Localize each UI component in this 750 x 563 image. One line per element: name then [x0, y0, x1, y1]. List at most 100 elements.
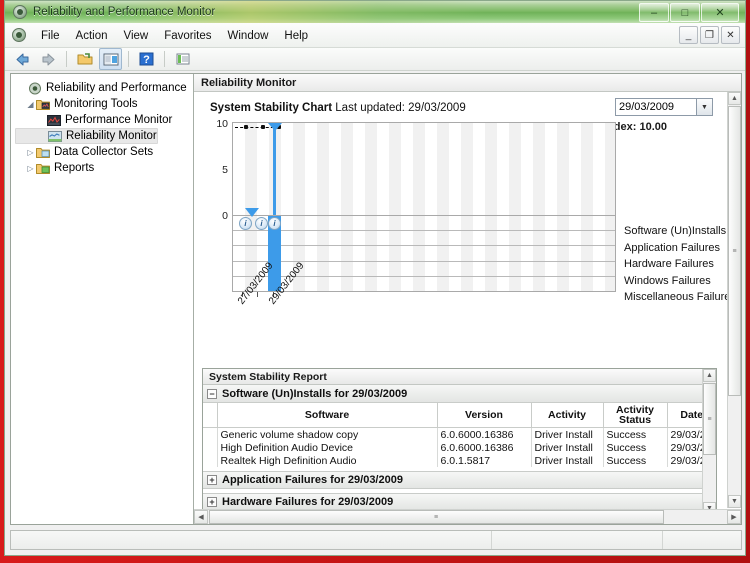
report-vertical-scrollbar[interactable]: ▲ ≡ ▼ [702, 369, 716, 515]
scroll-down-button[interactable]: ▼ [728, 495, 741, 508]
y-tick-10: 10 [216, 118, 228, 130]
chart-selection-marker [267, 123, 282, 131]
tree-twisty-collapsed[interactable]: ▷ [25, 163, 36, 174]
cell-activity-status: Success [603, 454, 668, 467]
help-icon[interactable]: ? [135, 48, 158, 70]
cell-version: 6.0.6000.16386 [437, 427, 532, 441]
row-label-software-uninstalls: Software (Un)Installs [624, 225, 727, 237]
table-row[interactable]: High Definition Audio Device 6.0.6000.16… [203, 441, 716, 454]
row-label-windows-failures: Windows Failures [624, 274, 711, 287]
date-select[interactable]: 29/03/2009 ▼ [615, 98, 713, 116]
system-stability-chart[interactable]: 10 5 0 i i i 27/03/2009 29/03/2009 [210, 118, 616, 307]
table-row[interactable]: Generic volume shadow copy 6.0.6000.1638… [203, 427, 716, 441]
minimize-button[interactable]: – [639, 3, 669, 22]
menu-file[interactable]: File [33, 27, 68, 45]
chart-selection-pin [244, 208, 259, 217]
pane-vertical-scrollbar[interactable]: ▲ ≡ ▼ [727, 92, 741, 508]
close-button[interactable]: ✕ [701, 3, 739, 22]
menu-action[interactable]: Action [68, 27, 116, 45]
report-section-software-uninstalls[interactable]: − Software (Un)Installs for 29/03/2009 [203, 385, 716, 403]
pane-header-title: Reliability Monitor [194, 74, 741, 92]
column-header-activity[interactable]: Activity [531, 403, 604, 428]
menu-window[interactable]: Window [220, 27, 277, 45]
folder-monitoring-icon [36, 98, 50, 111]
status-cell-3 [663, 531, 741, 549]
window-title: Reliability and Performance Monitor [33, 6, 216, 18]
pane-body: System Stability Chart Last updated: 29/… [194, 92, 727, 524]
mdi-caption-buttons: _ ❐ ✕ [679, 26, 740, 44]
maximize-button[interactable]: □ [670, 3, 700, 22]
tree-item-data-collector-sets[interactable]: ▷ Data Collector Sets [15, 144, 193, 160]
status-cell-2 [492, 531, 663, 549]
expand-icon[interactable]: + [207, 497, 217, 507]
row-label-hardware-failures: Hardware Failures [624, 258, 714, 270]
folder-reports-icon [36, 162, 50, 175]
chart-stripes [233, 123, 615, 215]
table-row[interactable]: Realtek High Definition Audio 6.0.1.5817… [203, 454, 716, 467]
collapse-icon[interactable]: − [207, 388, 217, 399]
menu-bar: File Action View Favorites Window Help _… [5, 23, 745, 48]
info-icon[interactable]: i [268, 217, 281, 230]
y-tick-0: 0 [222, 210, 228, 222]
tree-twisty-expanded[interactable]: ◢ [25, 99, 36, 110]
tree-item-reliability-monitor[interactable]: Reliability Monitor [15, 128, 158, 144]
tree-item-performance-monitor[interactable]: Performance Monitor [15, 112, 193, 128]
performance-monitor-icon [47, 114, 61, 127]
reliability-monitor-pane: Reliability Monitor System Stability Cha… [194, 74, 741, 524]
y-tick-5: 5 [222, 164, 228, 176]
cell-activity: Driver Install [531, 454, 604, 467]
column-header-software[interactable]: Software [217, 403, 438, 428]
report-section-label: Software (Un)Installs for 29/03/2009 [222, 387, 408, 400]
menu-view[interactable]: View [116, 27, 157, 45]
tree-item-label: Data Collector Sets [54, 146, 154, 158]
tree-item-monitoring-tools[interactable]: ◢ Monitoring Tools [15, 96, 193, 112]
reliability-monitor-icon [48, 130, 62, 143]
report-section-label: Hardware Failures for 29/03/2009 [222, 496, 394, 508]
tree-item-reports[interactable]: ▷ Reports [15, 160, 193, 176]
menu-help[interactable]: Help [276, 27, 316, 45]
event-row-software-uninstalls [233, 216, 615, 232]
column-header-activity-status[interactable]: Activity Status [603, 403, 668, 428]
forward-icon[interactable] [37, 48, 60, 70]
scroll-thumb[interactable]: ≡ [209, 510, 664, 524]
row-gutter [203, 454, 218, 467]
cell-activity-status: Success [603, 441, 668, 454]
scroll-up-button[interactable]: ▲ [728, 92, 741, 105]
chart-selection-bar[interactable] [273, 123, 276, 215]
expand-icon[interactable]: + [207, 475, 217, 485]
chart-plot-area[interactable] [232, 122, 616, 216]
scroll-thumb[interactable]: ≡ [728, 106, 741, 396]
mdi-minimize-button[interactable]: _ [679, 26, 698, 44]
scroll-thumb[interactable]: ≡ [703, 383, 716, 455]
tree-twisty[interactable] [17, 83, 28, 94]
chevron-down-icon[interactable]: ▼ [696, 99, 712, 115]
mdi-restore-button[interactable]: ❐ [700, 26, 719, 44]
show-hide-console-tree-icon[interactable] [73, 48, 96, 70]
date-select-value: 29/03/2009 [619, 101, 675, 113]
pane-horizontal-scrollbar[interactable]: ◀ ≡ ▶ [194, 509, 741, 524]
tree-item-label: Monitoring Tools [54, 98, 138, 110]
chart-title: System Stability Chart Last updated: 29/… [210, 102, 466, 114]
tree-item-label: Reliability and Performance [46, 82, 187, 94]
tree-item-reliability-and-performance[interactable]: Reliability and Performance [15, 80, 193, 96]
toolbar-separator [128, 51, 129, 67]
event-row-labels: Software (Un)Installs Application Failur… [624, 223, 727, 306]
column-header-version[interactable]: Version [437, 403, 532, 428]
scroll-left-button[interactable]: ◀ [194, 510, 208, 524]
cell-version: 6.0.1.5817 [437, 454, 532, 467]
mdi-close-button[interactable]: ✕ [721, 26, 740, 44]
menu-favorites[interactable]: Favorites [156, 27, 219, 45]
report-title: System Stability Report [203, 369, 716, 385]
info-icon[interactable]: i [255, 217, 268, 230]
report-section-application-failures[interactable]: + Application Failures for 29/03/2009 [203, 471, 716, 489]
mdi-window-menu-icon[interactable] [12, 28, 26, 42]
scroll-right-button[interactable]: ▶ [727, 510, 741, 524]
chart-data-point [261, 125, 265, 129]
scroll-up-button[interactable]: ▲ [703, 369, 716, 382]
properties-icon[interactable] [171, 48, 194, 70]
back-icon[interactable] [11, 48, 34, 70]
console-tree-panel: Reliability and Performance ◢ Monitoring… [11, 74, 194, 524]
show-hide-action-pane-icon[interactable] [99, 48, 122, 70]
tree-twisty-collapsed[interactable]: ▷ [25, 147, 36, 158]
info-icon[interactable]: i [239, 217, 252, 230]
